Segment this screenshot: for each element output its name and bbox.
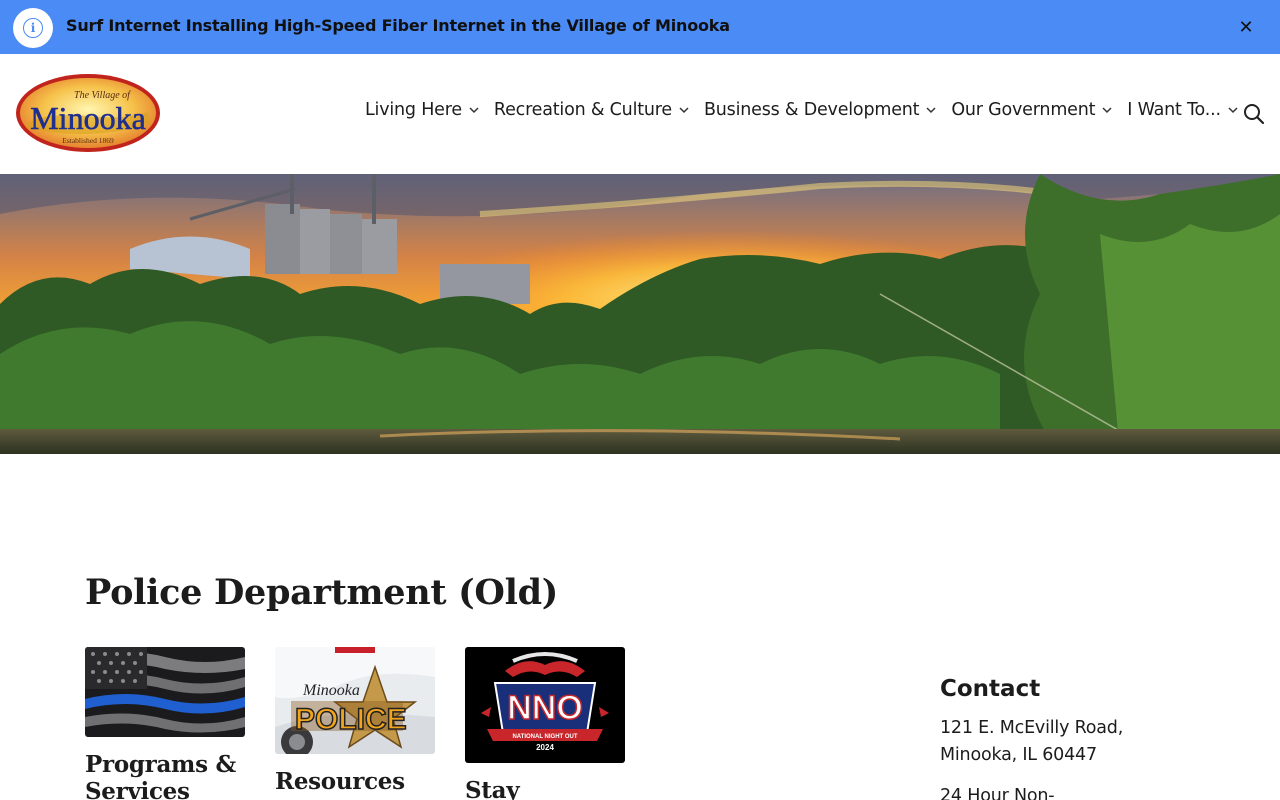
svg-text:Established 1869: Established 1869 — [62, 136, 114, 145]
national-night-out-logo-image: NNO NATIONAL NIGHT OUT 2024 — [465, 647, 625, 763]
village-logo[interactable]: The Village of Minooka Established 1869 — [14, 72, 162, 154]
nav-our-government[interactable]: Our Government — [951, 100, 1113, 120]
thin-blue-line-flag-image — [85, 647, 245, 737]
chevron-down-icon — [1102, 107, 1112, 114]
search-icon[interactable] — [1242, 102, 1266, 126]
nav-living-here[interactable]: Living Here — [365, 100, 480, 120]
close-alert-button[interactable]: ✕ — [1234, 15, 1258, 39]
close-icon: ✕ — [1238, 16, 1254, 38]
svg-text:NATIONAL NIGHT OUT: NATIONAL NIGHT OUT — [512, 734, 577, 740]
contact-phone-label: 24 Hour Non- — [940, 786, 1055, 800]
info-icon: i — [13, 8, 53, 48]
chevron-down-icon — [1228, 107, 1238, 114]
card-resources[interactable]: Minooka POLICE Resources — [275, 647, 435, 795]
nav-recreation-culture[interactable]: Recreation & Culture — [494, 100, 690, 120]
svg-text:NNO: NNO — [507, 689, 583, 727]
card-title[interactable]: Resources — [275, 768, 435, 795]
svg-text:Minooka: Minooka — [302, 682, 360, 699]
card-title[interactable]: Programs & Services — [85, 751, 245, 800]
card-programs-services[interactable]: Programs & Services — [85, 647, 245, 800]
page-title: Police Department (Old) — [85, 572, 559, 613]
svg-text:2024: 2024 — [536, 743, 554, 752]
police-car-image: Minooka POLICE — [275, 647, 435, 754]
chevron-down-icon — [469, 107, 479, 114]
svg-text:Minooka: Minooka — [30, 100, 146, 136]
nav-i-want-to[interactable]: I Want To... — [1127, 100, 1239, 120]
card-stay[interactable]: NNO NATIONAL NIGHT OUT 2024 Stay — [465, 647, 625, 800]
svg-text:POLICE: POLICE — [295, 703, 407, 736]
chevron-down-icon — [926, 107, 936, 114]
contact-address-line2: Minooka, IL 60447 — [940, 745, 1097, 765]
chevron-down-icon — [679, 107, 689, 114]
alert-banner: i Surf Internet Installing High-Speed Fi… — [0, 0, 1280, 54]
nav-business-development[interactable]: Business & Development — [704, 100, 937, 120]
card-title[interactable]: Stay — [465, 777, 625, 800]
contact-heading: Contact — [940, 676, 1041, 702]
main-navigation: Living Here Recreation & Culture Busines… — [365, 100, 1253, 120]
alert-message-link[interactable]: Surf Internet Installing High-Speed Fibe… — [66, 16, 730, 35]
hero-sunset-image — [0, 174, 1280, 454]
contact-address-line1: 121 E. McEvilly Road, — [940, 718, 1124, 738]
site-header: The Village of Minooka Established 1869 … — [0, 54, 1280, 174]
